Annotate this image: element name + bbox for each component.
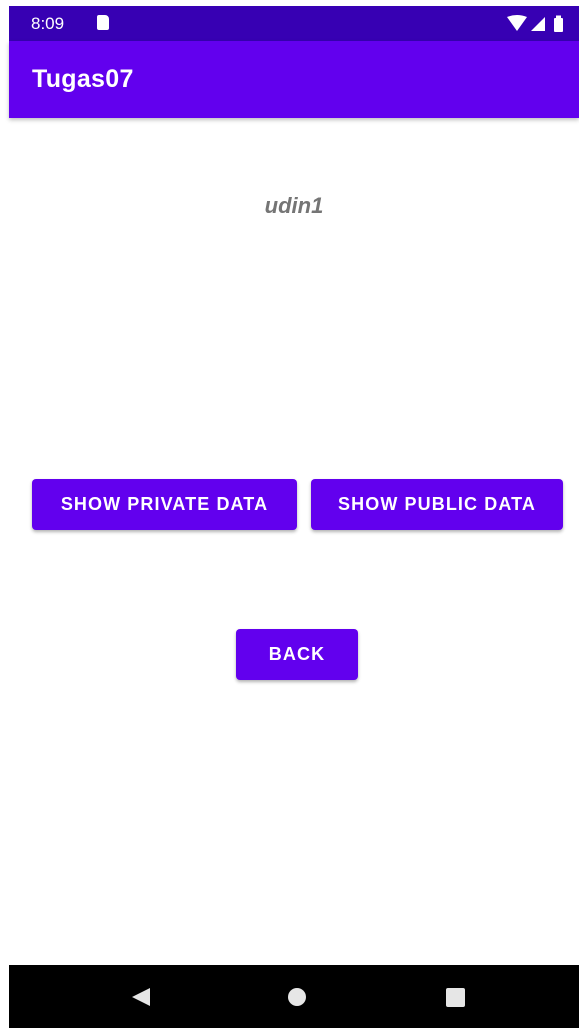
show-public-data-button[interactable]: SHOW PUBLIC DATA <box>311 479 563 530</box>
home-icon[interactable] <box>288 988 306 1006</box>
recents-icon[interactable] <box>446 988 465 1007</box>
back-icon[interactable] <box>131 987 151 1012</box>
sd-card-icon <box>97 15 109 30</box>
status-time: 8:09 <box>31 14 65 33</box>
wifi-icon <box>507 15 527 31</box>
show-private-data-button[interactable]: SHOW PRIVATE DATA <box>32 479 297 530</box>
status-bar: 8:09 <box>9 6 579 41</box>
battery-icon <box>554 15 563 32</box>
app-title: Tugas07 <box>32 65 134 93</box>
username-text: udin1 <box>264 193 324 218</box>
app-bar: Tugas07 <box>9 41 579 118</box>
signal-icon <box>531 17 545 31</box>
back-button[interactable]: BACK <box>236 629 358 680</box>
navigation-bar <box>9 965 579 1028</box>
status-icons <box>507 15 567 32</box>
